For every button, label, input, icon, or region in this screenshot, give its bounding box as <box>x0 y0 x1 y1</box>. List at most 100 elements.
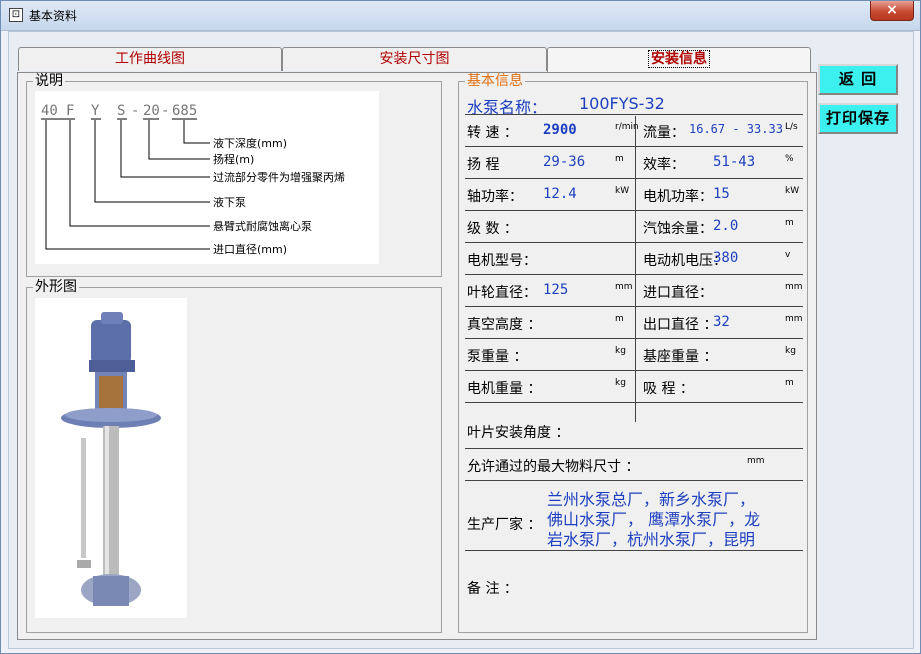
tab-install-size[interactable]: 安装尺寸图 <box>282 47 547 71</box>
tab-panel: 说明 40 F Y S - 20 - 685 液下深度(mm) 扬程(m) 过流… <box>17 72 817 640</box>
legend-depth: 液下深度(mm) <box>213 136 287 150</box>
manufacturer-divider <box>465 550 803 551</box>
pump-illustration <box>61 312 161 606</box>
app-icon: ⊡ <box>9 8 23 22</box>
legend-inlet: 进口直径(mm) <box>213 242 287 256</box>
spec-right-unit: m <box>785 378 794 388</box>
legend-material: 过流部分零件为增强聚丙烯 <box>213 170 345 184</box>
max-size-divider <box>465 480 803 481</box>
note-group-title: 说明 <box>33 73 65 89</box>
code-part-y: Y <box>91 103 100 119</box>
code-dash-1: - <box>131 103 139 119</box>
spec-right-unit: kg <box>785 346 796 356</box>
manufacturer-line-3: 岩水泵厂，杭州水泵厂，昆明 <box>547 530 756 549</box>
back-button[interactable]: 返 回 <box>818 64 898 95</box>
spec-left-value: 29-36 <box>543 154 586 170</box>
spec-right-value: 2.0 <box>713 218 739 234</box>
spec-row-divider <box>465 274 803 275</box>
spec-right-unit: mm <box>785 314 803 324</box>
tab-install-info[interactable]: 安装信息 <box>547 47 811 73</box>
spec-right-unit: kW <box>785 186 800 196</box>
spec-right-value: 51-43 <box>713 154 756 170</box>
spec-left-label: 真空高度 ： <box>467 317 542 333</box>
basic-info-group: 基本信息 水泵名称： 100FYS-32 转 速 ： 2900 r/min 流量： 16… <box>458 73 808 633</box>
legend-submerged: 液下泵 <box>213 195 246 209</box>
spec-row-divider <box>465 306 803 307</box>
remark-label: 备 注 ： <box>467 581 518 597</box>
spec-right-value: 32 <box>713 314 730 330</box>
blade-angle-label: 叶片安装角度 ： <box>467 425 570 441</box>
spec-left-unit: kg <box>615 346 626 356</box>
spec-left-label: 轴功率： <box>467 189 523 205</box>
code-part-s: S <box>117 103 125 119</box>
spec-left-label: 泵重量 ： <box>467 349 528 365</box>
spec-left-label: 叶轮直径： <box>467 285 537 301</box>
code-part-f: F <box>66 103 74 119</box>
spec-right-unit: m <box>785 218 794 228</box>
spec-right-label: 流量： <box>643 125 685 141</box>
spec-right-label: 电机功率： <box>643 189 713 205</box>
legend-cantilever: 悬臂式耐腐蚀离心泵 <box>213 219 312 233</box>
spec-left-unit: kg <box>615 378 626 388</box>
pump-name-value: 100FYS-32 <box>579 94 665 113</box>
model-code-diagram: 40 F Y S - 20 - 685 液下深度(mm) 扬程(m) 过流部分零… <box>35 91 379 264</box>
model-code-svg: 40 F Y S - 20 - 685 液下深度(mm) 扬程(m) 过流部分零… <box>41 103 345 256</box>
spec-right-value: 16.67 - 33.33 <box>689 122 783 136</box>
tab-install-info-label: 安装信息 <box>648 50 710 68</box>
leader-lines <box>41 118 210 250</box>
spec-right-label: 吸 程 ： <box>643 381 694 397</box>
manufacturer-label: 生产厂家 ： <box>467 517 542 533</box>
spec-left-unit: mm <box>615 282 633 292</box>
spec-left-value: 125 <box>543 282 569 298</box>
tab-work-curve[interactable]: 工作曲线图 <box>18 47 282 71</box>
spec-left-unit: m <box>615 154 624 164</box>
max-size-unit: mm <box>747 456 765 466</box>
spec-right-unit: L/s <box>785 122 798 132</box>
code-part-685: 685 <box>172 103 197 119</box>
spec-left-label: 电机重量 ： <box>467 381 542 397</box>
spec-right-label: 进口直径： <box>643 285 713 301</box>
note-group: 说明 40 F Y S - 20 - 685 液下深度(mm) 扬程(m) 过流… <box>26 73 442 277</box>
print-save-button[interactable]: 打印保存 <box>818 103 898 134</box>
spec-left-unit: kW <box>615 186 630 196</box>
pump-photo <box>35 298 187 618</box>
spec-left-value: 2900 <box>543 122 577 138</box>
info-header-divider <box>465 114 803 115</box>
spec-right-label: 出口直径 ： <box>643 317 718 333</box>
basic-info-title: 基本信息 <box>465 73 525 89</box>
blade-angle-divider <box>465 448 803 449</box>
spec-right-unit: mm <box>785 282 803 292</box>
spec-left-label: 扬 程 <box>467 157 500 173</box>
close-button[interactable]: × <box>870 1 914 21</box>
spec-right-label: 效率： <box>643 157 685 173</box>
title-bar[interactable]: ⊡ 基本资料 × <box>1 1 920 31</box>
spec-row-divider <box>465 210 803 211</box>
app-window: ⊡ 基本资料 × 工作曲线图 安装尺寸图 安装信息 说明 40 F Y S - … <box>0 0 921 654</box>
column-separator <box>635 116 636 422</box>
spec-right-label: 基座重量 ： <box>643 349 718 365</box>
spec-row-divider <box>465 178 803 179</box>
appearance-group-title: 外形图 <box>33 279 79 295</box>
code-dash-2: - <box>161 103 169 119</box>
spec-left-label: 级 数 ： <box>467 221 518 237</box>
spec-right-value: 15 <box>713 186 730 202</box>
appearance-group: 外形图 <box>26 279 442 633</box>
client-area: 工作曲线图 安装尺寸图 安装信息 说明 40 F Y S - 20 - 685 … <box>8 31 914 649</box>
spec-left-label: 电机型号： <box>467 253 537 269</box>
window-title: 基本资料 <box>29 9 78 23</box>
spec-left-label: 转 速 ： <box>467 125 518 141</box>
spec-right-unit: % <box>785 154 794 164</box>
max-size-label: 允许通过的最大物料尺寸 ： <box>467 459 640 475</box>
spec-right-value: 380 <box>713 250 739 266</box>
code-part-40: 40 <box>41 103 58 119</box>
spec-left-unit: m <box>615 314 624 324</box>
spec-left-value: 12.4 <box>543 186 577 202</box>
spec-row-divider <box>465 402 803 403</box>
spec-right-label: 汽蚀余量： <box>643 221 713 237</box>
legend-head: 扬程(m) <box>213 152 254 166</box>
spec-row-divider <box>465 146 803 147</box>
code-part-20: 20 <box>143 103 160 119</box>
spec-row-divider <box>465 338 803 339</box>
spec-row-divider <box>465 242 803 243</box>
spec-row-divider <box>465 370 803 371</box>
